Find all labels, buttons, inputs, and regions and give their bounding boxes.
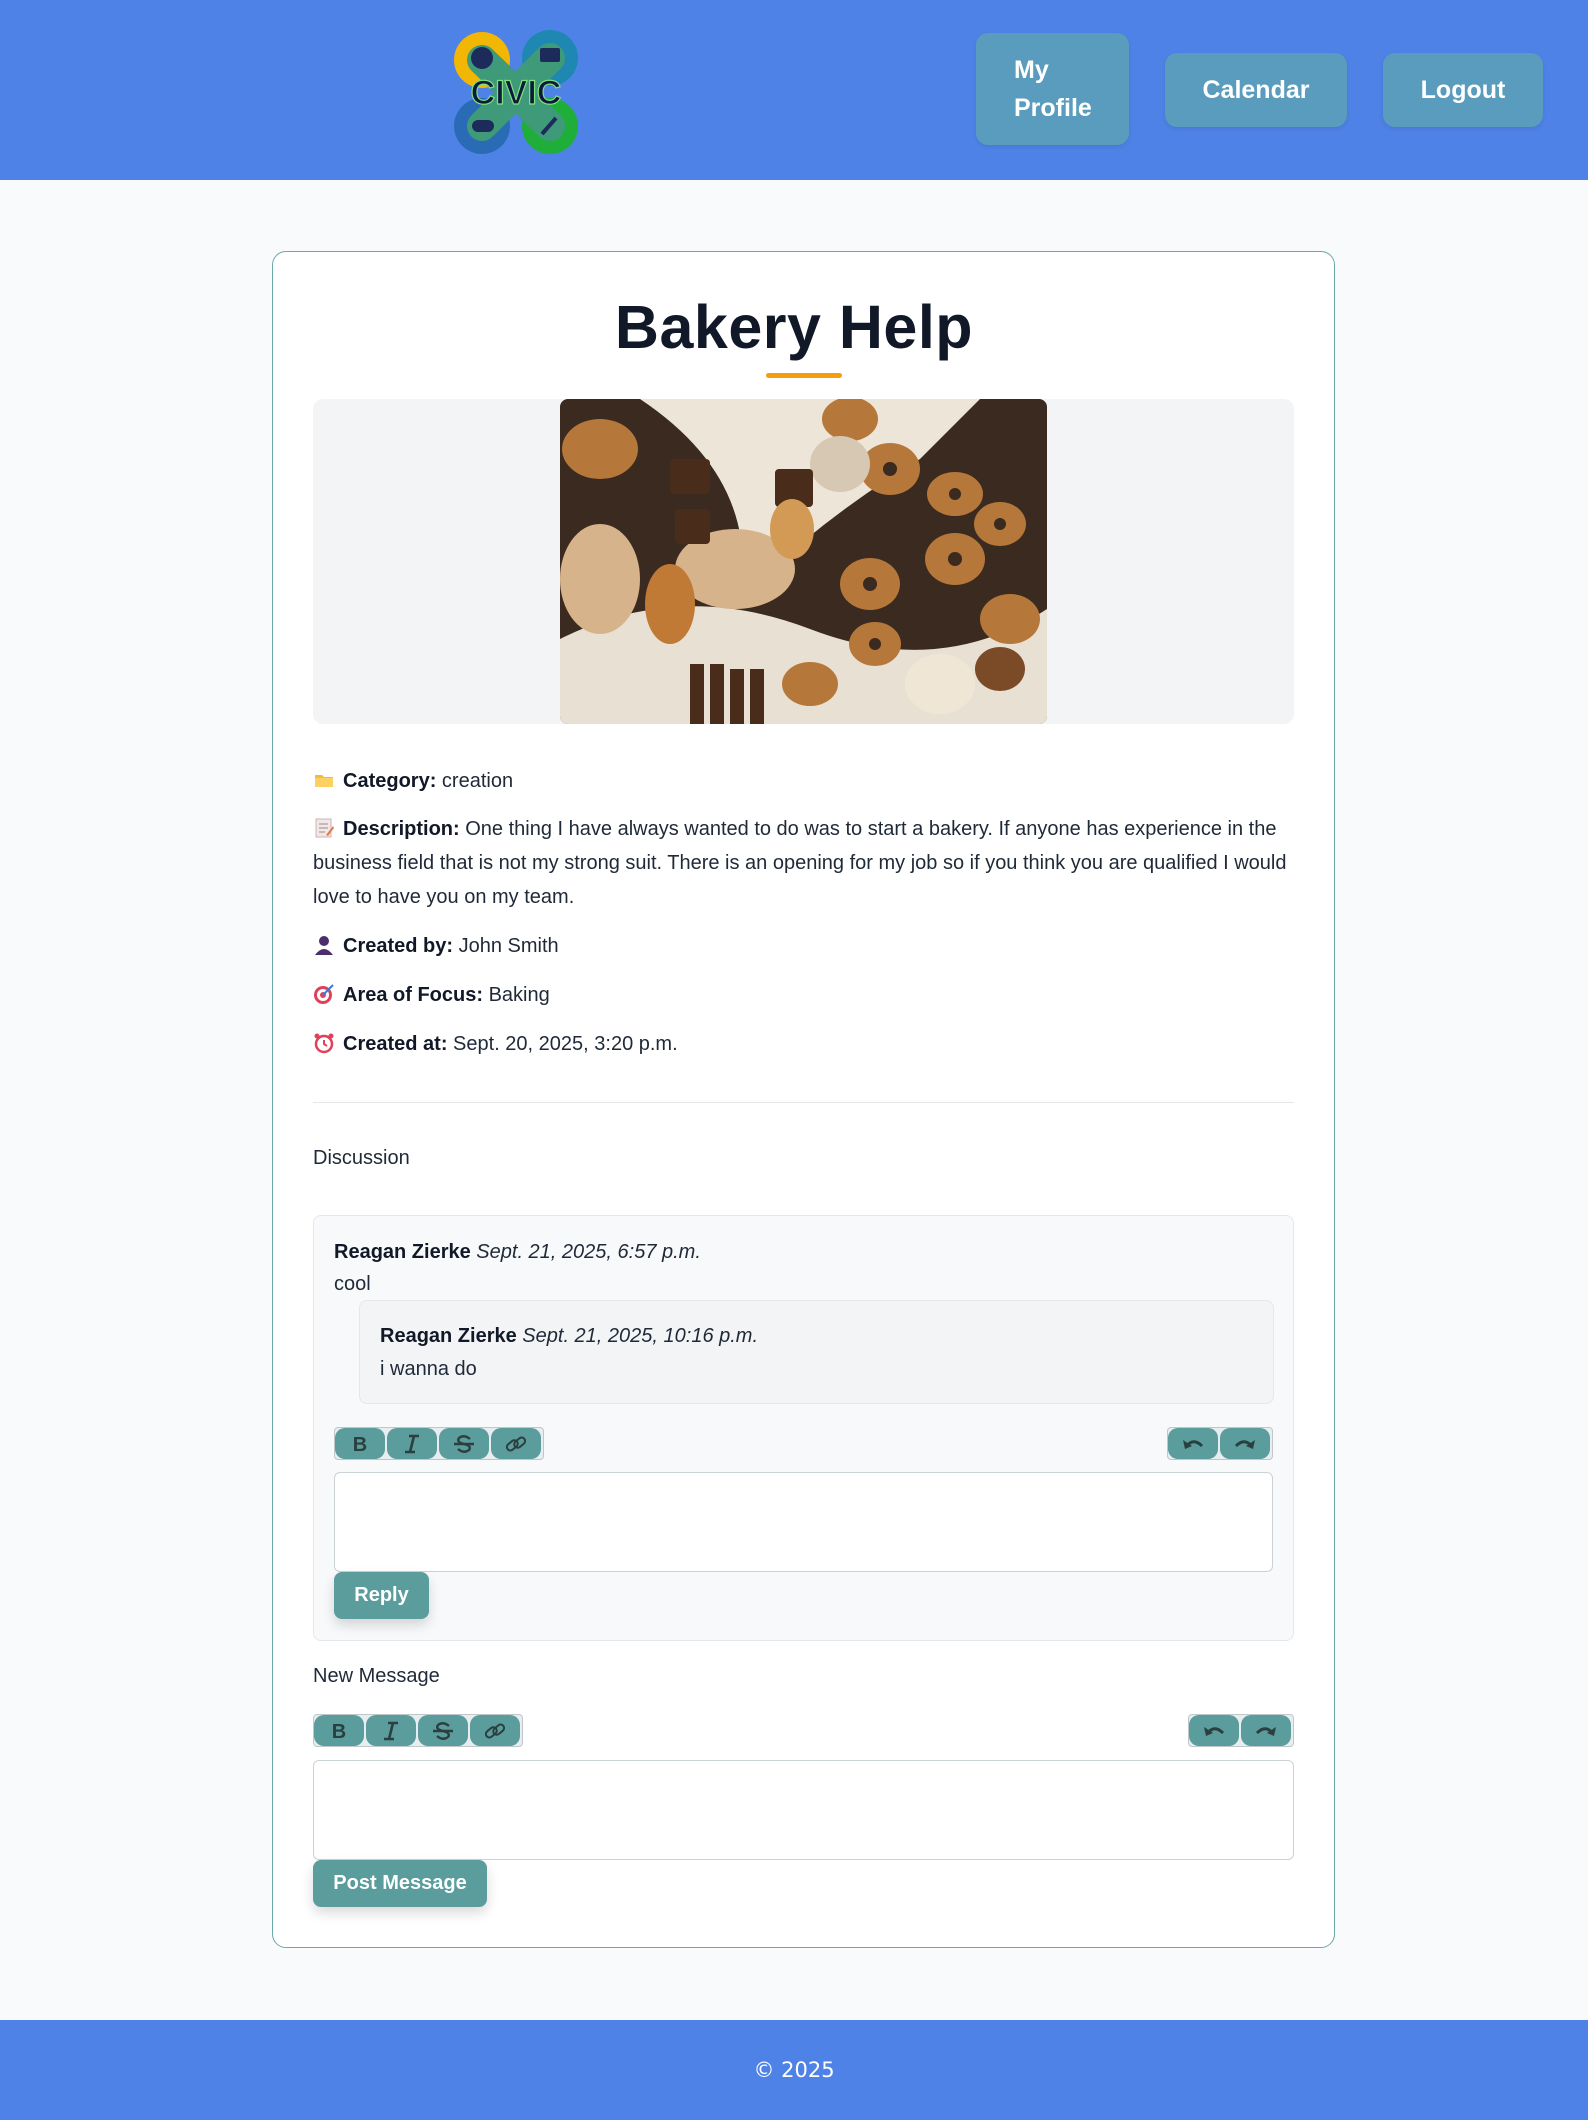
link-icon (484, 1723, 506, 1738)
reply-format-toolbar: B (334, 1427, 544, 1460)
undo-icon (1204, 1726, 1225, 1736)
bakery-photo (560, 399, 1047, 724)
target-icon (313, 982, 335, 1004)
comment-author: Reagan Zierke (334, 1241, 471, 1263)
reply-timestamp: Sept. 21, 2025, 10:16 p.m. (522, 1325, 759, 1347)
category-label: Category: (343, 770, 437, 792)
strikethrough-icon (433, 1721, 453, 1740)
section-divider (313, 1102, 1294, 1103)
italic-button[interactable] (366, 1715, 416, 1746)
created-by-row: Created by: John Smith (313, 929, 1294, 963)
redo-button[interactable] (1241, 1715, 1291, 1746)
footer: © 2025 (0, 2020, 1588, 2120)
created-at-label: Created at: (343, 1033, 448, 1055)
svg-text:CIVIC: CIVIC (471, 74, 562, 112)
top-navbar: CIVIC My Profile Calendar Logout (0, 0, 1588, 180)
bold-icon: B (332, 1721, 346, 1742)
reply-author: Reagan Zierke (380, 1325, 517, 1347)
link-icon (505, 1436, 527, 1451)
italic-icon (384, 1721, 398, 1740)
strikethrough-button[interactable] (418, 1715, 468, 1746)
message-format-toolbar: B (313, 1714, 523, 1747)
strikethrough-icon (454, 1434, 474, 1453)
bold-button[interactable]: B (335, 1428, 385, 1459)
strikethrough-button[interactable] (439, 1428, 489, 1459)
folder-icon (313, 768, 335, 790)
italic-icon (405, 1434, 419, 1453)
area-of-focus-label: Area of Focus: (343, 984, 484, 1006)
bold-icon: B (353, 1434, 367, 1455)
description-label: Description: (343, 818, 460, 840)
undo-icon (1183, 1439, 1204, 1449)
alarm-clock-icon (313, 1031, 335, 1054)
bold-button[interactable]: B (314, 1715, 364, 1746)
description-row: Description: One thing I have always wan… (313, 812, 1294, 914)
svg-text:B: B (353, 1434, 367, 1455)
undo-button[interactable] (1168, 1428, 1218, 1459)
memo-icon (313, 816, 335, 838)
reply-button[interactable]: Reply (334, 1572, 429, 1619)
civic-logo[interactable]: CIVIC (452, 30, 580, 156)
created-at-row: Created at: Sept. 20, 2025, 3:20 p.m. (313, 1027, 1294, 1061)
area-of-focus-value: Baking (488, 984, 550, 1006)
italic-button[interactable] (387, 1428, 437, 1459)
person-icon (313, 933, 335, 955)
discussion-heading: Discussion (313, 1147, 410, 1169)
description-value: One thing I have always wanted to do was… (313, 818, 1287, 908)
redo-icon (1234, 1439, 1255, 1449)
svg-text:B: B (332, 1721, 346, 1742)
my-profile-label-line2: Profile (1014, 94, 1092, 122)
logout-button[interactable]: Logout (1383, 53, 1543, 127)
category-row: Category: creation (313, 764, 1294, 798)
post-message-button[interactable]: Post Message (313, 1860, 487, 1907)
my-profile-button[interactable]: My Profile (976, 33, 1129, 145)
calendar-button[interactable]: Calendar (1165, 53, 1347, 127)
created-by-label: Created by: (343, 935, 454, 957)
created-at-value: Sept. 20, 2025, 3:20 p.m. (453, 1033, 678, 1055)
reply-editor[interactable] (334, 1472, 1273, 1572)
redo-icon (1255, 1726, 1276, 1736)
undo-button[interactable] (1189, 1715, 1239, 1746)
created-by-value: John Smith (458, 935, 559, 957)
area-of-focus-row: Area of Focus: Baking (313, 978, 1294, 1012)
my-profile-label-line1: My (1014, 56, 1049, 84)
category-value: creation (441, 770, 514, 792)
link-button[interactable] (491, 1428, 541, 1459)
reply-body: i wanna do (380, 1358, 477, 1380)
new-message-editor[interactable] (313, 1760, 1294, 1860)
reply-card (359, 1300, 1274, 1404)
reply-history-toolbar (1167, 1427, 1273, 1460)
link-button[interactable] (470, 1715, 520, 1746)
message-history-toolbar (1188, 1714, 1294, 1747)
copyright-text: © 2025 (753, 2058, 835, 2082)
comment-header: Reagan Zierke Sept. 21, 2025, 6:57 p.m. (334, 1241, 701, 1264)
reply-header: Reagan Zierke Sept. 21, 2025, 10:16 p.m. (380, 1325, 758, 1348)
page-title: Bakery Help (614, 293, 974, 361)
redo-button[interactable] (1220, 1428, 1270, 1459)
new-message-heading: New Message (313, 1665, 440, 1687)
title-underline (766, 373, 842, 378)
comment-timestamp: Sept. 21, 2025, 6:57 p.m. (476, 1241, 701, 1263)
comment-body: cool (334, 1273, 371, 1295)
